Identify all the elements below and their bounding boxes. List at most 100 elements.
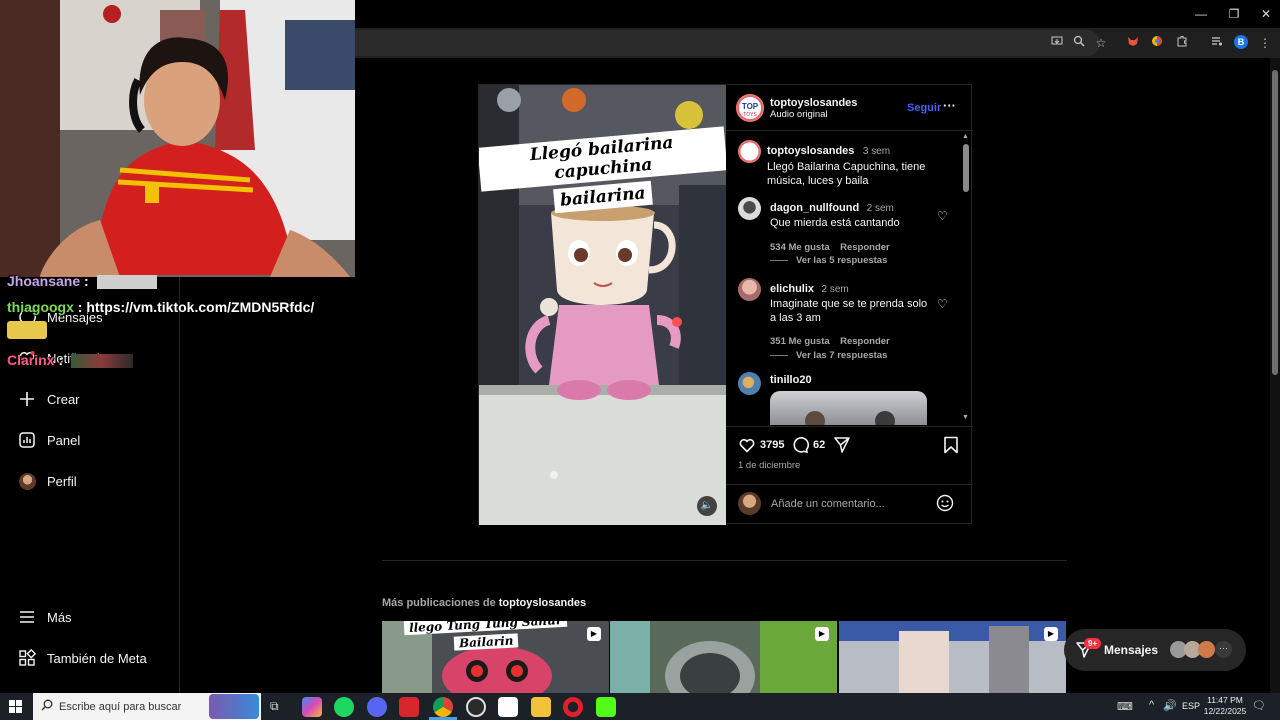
browser-menu-icon[interactable]: ⋮ <box>1255 33 1275 53</box>
grid-icon <box>18 649 36 667</box>
chat-text: https://vm.tiktok.com/ZMDN5Rfdc/ <box>86 299 315 315</box>
volume-icon[interactable]: 🔈 <box>697 496 717 516</box>
comment: dagon_nullfound 2 sem Que mierda está ca… <box>770 198 935 255</box>
install-app-icon[interactable] <box>1047 33 1067 53</box>
post-date[interactable]: 1 de diciembre <box>738 460 800 471</box>
comment-avatar[interactable] <box>738 197 761 220</box>
caption-username[interactable]: toptoyslosandes <box>767 145 854 157</box>
chat-separator: : <box>54 352 64 368</box>
extension-color-icon[interactable] <box>1147 33 1167 53</box>
current-user-avatar[interactable] <box>738 492 761 515</box>
windows-start-icon[interactable] <box>9 700 22 718</box>
clock[interactable]: 11:47 PM 12/22/2025 <box>1203 695 1247 717</box>
copilot-icon[interactable] <box>302 697 322 717</box>
audio-label[interactable]: Audio original <box>770 109 828 120</box>
bookmark-star-icon[interactable]: ☆ <box>1091 33 1111 53</box>
minimize-button[interactable]: — <box>1191 4 1211 24</box>
obs-icon[interactable] <box>466 697 486 717</box>
scroll-up-icon[interactable]: ▲ <box>962 133 969 140</box>
file-explorer-icon[interactable] <box>531 697 551 717</box>
chevron-up-icon[interactable]: ^ <box>1149 699 1154 711</box>
comment-like-icon[interactable]: ♡ <box>937 209 948 223</box>
caption: toptoyslosandes 3 sem Llegó Bailarina Ca… <box>767 141 963 188</box>
zoom-icon[interactable] <box>1069 33 1089 53</box>
caption-avatar[interactable] <box>738 140 761 163</box>
comment-image[interactable] <box>770 391 927 425</box>
save-icon[interactable] <box>943 436 959 459</box>
task-view-icon[interactable]: ⧉ <box>270 699 279 714</box>
profile-avatar[interactable]: B <box>1234 35 1248 49</box>
add-comment-input[interactable]: Añade un comentario... <box>771 498 885 510</box>
opera-icon[interactable] <box>563 697 583 717</box>
comment-count[interactable]: 62 <box>813 439 825 451</box>
chat-emote <box>7 321 47 339</box>
reply-button[interactable]: Responder <box>840 336 890 347</box>
comment-likes[interactable]: 351 Me gusta <box>770 336 830 347</box>
address-bar[interactable] <box>355 30 1100 56</box>
capcut-icon[interactable] <box>498 697 518 717</box>
media-queue-icon[interactable] <box>1207 33 1227 53</box>
more-posts-username[interactable]: toptoyslosandes <box>499 597 586 609</box>
volume-icon[interactable]: 🔊 <box>1163 699 1177 712</box>
scroll-down-icon[interactable]: ▼ <box>962 414 969 421</box>
post-dialog: Llegó bailarina capuchina bailarina 🔈 TO… <box>478 84 973 525</box>
more-post-thumbnail[interactable]: ▶ <box>610 621 837 693</box>
search-placeholder: Escribe aquí para buscar <box>59 701 182 713</box>
emoji-icon[interactable] <box>936 494 954 517</box>
voicemeeter-icon[interactable] <box>399 697 419 717</box>
chrome-icon[interactable] <box>433 697 453 717</box>
comment-icon[interactable] <box>791 436 810 459</box>
view-replies-button[interactable]: Ver las 7 respuestas <box>770 350 887 361</box>
notifications-icon[interactable]: 🗨 <box>1252 699 1266 712</box>
post-options-button[interactable]: ··· <box>943 98 956 113</box>
chat-message: thiagoogx : https://vm.tiktok.com/ZMDN5R… <box>7 299 314 315</box>
view-replies-button[interactable]: Ver las 5 respuestas <box>770 255 887 266</box>
clock-date: 12/22/2025 <box>1203 706 1247 716</box>
comment-avatar[interactable] <box>738 372 761 395</box>
comments-scroll-thumb[interactable] <box>963 144 969 192</box>
close-window-button[interactable]: ✕ <box>1256 4 1276 24</box>
sidebar-item-also-from-meta[interactable]: También de Meta <box>18 645 147 671</box>
author-username[interactable]: toptoyslosandes <box>770 97 857 109</box>
comment-likes[interactable]: 534 Me gusta <box>770 242 830 253</box>
author-avatar[interactable]: TOP TOYS <box>736 94 764 122</box>
like-icon[interactable] <box>738 436 756 459</box>
extension-fox-icon[interactable] <box>1123 33 1143 53</box>
keyboard-icon[interactable]: ⌨ <box>1117 700 1133 713</box>
post-side-panel: TOP TOYS toptoyslosandes Audio original S… <box>726 85 973 525</box>
comment-username[interactable]: dagon_nullfound <box>770 202 859 214</box>
taskbar-search-box[interactable]: Escribe aquí para buscar <box>33 693 261 720</box>
sidebar-item-label: También de Meta <box>47 650 147 666</box>
page-scrollbar[interactable] <box>1270 58 1280 693</box>
reply-button[interactable]: Responder <box>840 242 890 253</box>
sidebar-item-dashboard[interactable]: Panel <box>18 427 80 453</box>
extensions-puzzle-icon[interactable] <box>1172 33 1192 53</box>
more-post-thumbnail[interactable]: ▶ <box>839 621 1066 693</box>
language-indicator[interactable]: ESP <box>1182 701 1200 711</box>
spotify-icon[interactable] <box>334 697 354 717</box>
messages-button[interactable]: 9+ Mensajes ··· <box>1064 629 1246 671</box>
comment-username[interactable]: tinillo20 <box>770 374 812 386</box>
more-post-thumbnail[interactable]: llego Tung Tung Sahur Bailarin ▶ <box>382 621 609 693</box>
sidebar-item-create[interactable]: Crear <box>18 386 80 412</box>
share-icon[interactable] <box>833 436 851 459</box>
like-count[interactable]: 3795 <box>760 439 784 451</box>
chart-icon <box>18 431 36 449</box>
comment-like-icon[interactable]: ♡ <box>937 297 948 311</box>
page-scrollbar-thumb[interactable] <box>1272 70 1278 375</box>
sidebar-item-more[interactable]: Más <box>18 604 72 630</box>
follow-button[interactable]: Seguir <box>907 102 941 114</box>
avatar-icon <box>18 472 36 490</box>
comment-avatar[interactable] <box>738 278 761 301</box>
chat-emote <box>70 354 133 369</box>
sidebar-item-profile[interactable]: Perfil <box>18 468 77 494</box>
post-video[interactable]: Llegó bailarina capuchina bailarina 🔈 <box>479 85 726 525</box>
comment-username[interactable]: elichulix <box>770 283 814 295</box>
video-caption-line: Llegó bailarina capuchina <box>479 126 726 192</box>
restore-button[interactable]: ❐ <box>1224 4 1244 24</box>
discord-icon[interactable] <box>367 697 387 717</box>
svg-text:TOP: TOP <box>742 102 759 111</box>
sidebar-item-label: Panel <box>47 432 81 448</box>
kick-icon[interactable] <box>596 697 616 717</box>
comments-scrollbar[interactable]: ▲ ▼ <box>962 133 970 423</box>
